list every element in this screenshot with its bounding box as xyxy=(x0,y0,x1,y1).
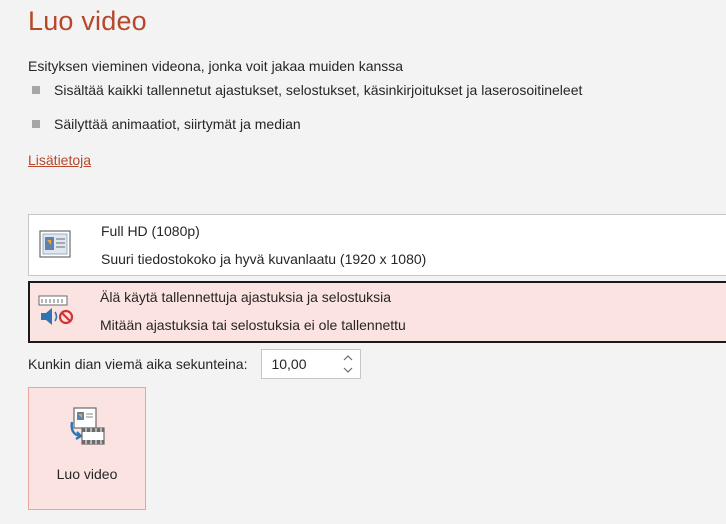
feature-bullet: Sisältää kaikki tallennetut ajastukset, … xyxy=(32,82,582,98)
video-quality-dropdown[interactable]: Full HD (1080p) Suuri tiedostokoko ja hy… xyxy=(28,214,726,276)
bullet-square-icon xyxy=(32,86,40,94)
create-video-button[interactable]: Luo video xyxy=(28,387,146,510)
page-subtitle: Esityksen vieminen videona, jonka voit j… xyxy=(28,58,404,74)
seconds-value[interactable]: 10,00 xyxy=(271,356,306,372)
page-title: Luo video xyxy=(28,6,147,36)
timings-description: Mitään ajastuksia tai selostuksia ei ole… xyxy=(100,317,406,333)
bullet-square-icon xyxy=(32,120,40,128)
create-video-label: Luo video xyxy=(56,466,118,482)
timings-title: Älä käytä tallennettuja ajastuksia ja se… xyxy=(100,289,392,305)
slide-quality-icon xyxy=(39,229,73,261)
seconds-per-slide-stepper[interactable]: 10,00 xyxy=(261,349,362,379)
timings-dropdown[interactable]: Älä käytä tallennettuja ajastuksia ja se… xyxy=(28,281,726,343)
spinner-arrows-icon[interactable] xyxy=(342,352,354,376)
quality-description: Suuri tiedostokoko ja hyvä kuvanlaatu (1… xyxy=(101,251,427,267)
feature-bullet-text: Säilyttää animaatiot, siirtymät ja media… xyxy=(54,116,301,132)
quality-title: Full HD (1080p) xyxy=(101,223,200,239)
no-narration-icon xyxy=(38,295,74,327)
seconds-per-slide-label: Kunkin dian viemä aika sekunteina: xyxy=(28,356,248,372)
learn-more-link[interactable]: Lisätietoja xyxy=(28,152,91,168)
feature-bullet-text: Sisältää kaikki tallennetut ajastukset, … xyxy=(54,82,583,98)
seconds-per-slide-row: Kunkin dian viemä aika sekunteina: 10,00 xyxy=(28,348,362,380)
create-video-icon xyxy=(66,406,108,448)
feature-bullet: Säilyttää animaatiot, siirtymät ja media… xyxy=(32,116,301,132)
